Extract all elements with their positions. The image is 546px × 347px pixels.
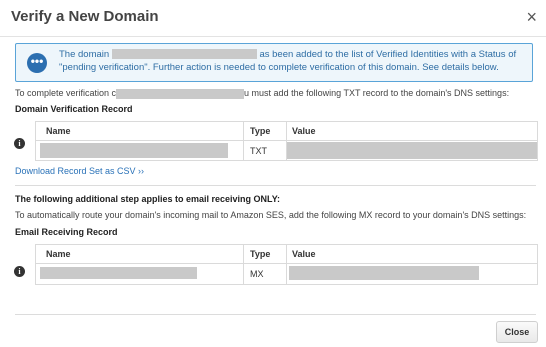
info-message-text: The domain as been added to the list of … — [59, 48, 524, 74]
instructions-before: To complete verification c — [15, 88, 117, 98]
email-receiving-description: To automatically route your domain's inc… — [15, 210, 527, 220]
close-button[interactable]: Close — [496, 321, 538, 343]
redacted-record-value[interactable] — [287, 142, 537, 159]
column-header-name: Name — [46, 126, 71, 136]
dialog-header: Verify a New Domain × — [0, 0, 546, 37]
column-header-type: Type — [250, 126, 271, 136]
info-circle-icon: i — [14, 266, 25, 277]
email-receiving-record-table: Name Type Value MX — [35, 244, 538, 285]
column-divider — [243, 141, 244, 161]
info-text-before: The domain — [59, 49, 110, 60]
column-divider — [243, 245, 244, 263]
verification-record-table: Name Type Value TXT — [35, 121, 538, 161]
column-divider — [243, 264, 244, 284]
chat-bubble-icon: ••• — [27, 53, 47, 73]
redacted-record-name[interactable] — [40, 143, 228, 158]
redacted-record-name[interactable] — [40, 267, 197, 279]
redacted-record-value[interactable] — [289, 266, 479, 280]
table-row: TXT — [36, 141, 537, 161]
column-divider — [286, 245, 287, 263]
instructions-after: u must add the following TXT record to t… — [244, 88, 510, 98]
verification-instructions: To complete verification c u must add the… — [15, 88, 509, 99]
column-header-value: Value — [292, 126, 316, 136]
column-header-type: Type — [250, 249, 271, 259]
column-divider — [286, 122, 287, 140]
domain-verification-heading: Domain Verification Record — [15, 104, 133, 114]
column-divider — [286, 264, 287, 284]
info-message-box: ••• The domain as been added to the list… — [15, 43, 533, 82]
footer-divider — [15, 314, 536, 315]
redacted-domain — [111, 49, 257, 60]
table-row: MX — [36, 264, 537, 284]
email-receiving-heading: The following additional step applies to… — [15, 194, 281, 204]
column-divider — [243, 122, 244, 140]
verify-domain-dialog: Verify a New Domain × ••• The domain as … — [0, 0, 546, 347]
section-divider — [15, 185, 536, 186]
column-divider — [286, 141, 287, 161]
column-header-name: Name — [46, 249, 71, 259]
table-header: Name Type Value — [36, 245, 537, 264]
column-header-value: Value — [292, 249, 316, 259]
redacted-domain — [116, 88, 245, 99]
info-circle-icon: i — [14, 138, 25, 149]
download-csv-link[interactable]: Download Record Set as CSV ›› — [15, 166, 144, 176]
email-receiving-record-heading: Email Receiving Record — [15, 227, 118, 237]
dialog-title: Verify a New Domain — [11, 8, 159, 25]
record-type: TXT — [250, 146, 267, 156]
record-type: MX — [250, 269, 264, 279]
table-header: Name Type Value — [36, 122, 537, 141]
close-icon[interactable]: × — [526, 8, 537, 26]
